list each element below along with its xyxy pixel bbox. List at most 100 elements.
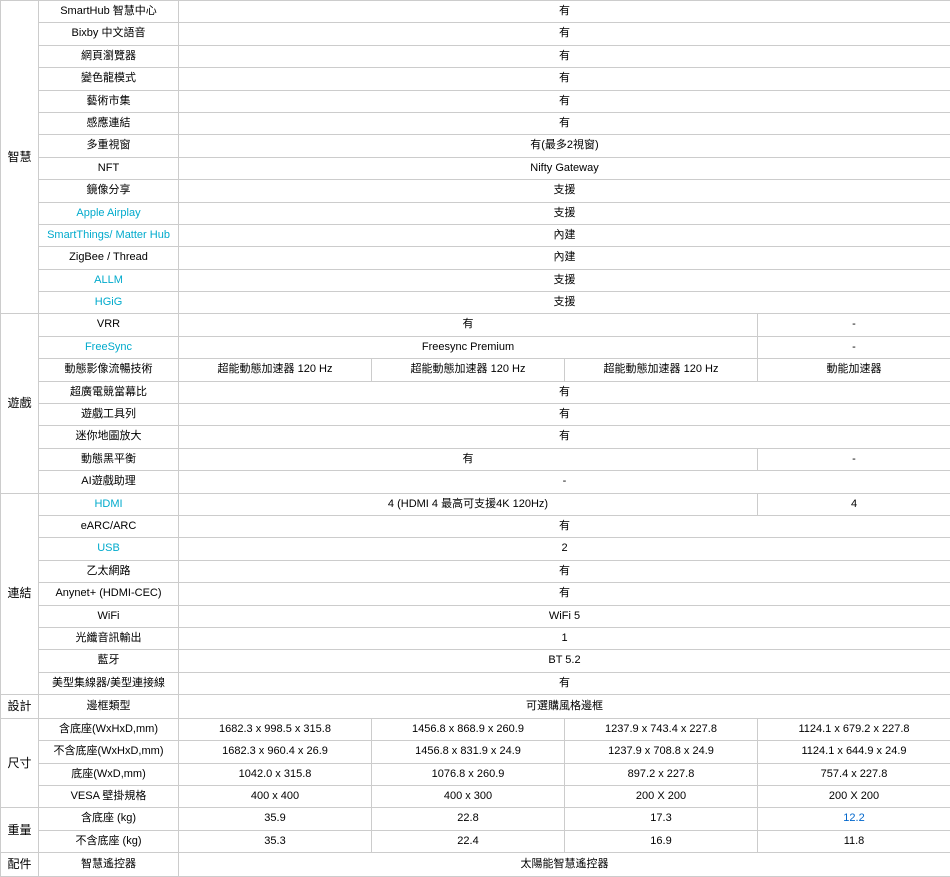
feature-cell: 網頁瀏覽器 <box>39 45 179 67</box>
value-cell: 1 <box>179 627 950 649</box>
value-cell: 1237.9 x 743.4 x 227.8 <box>565 718 758 740</box>
table-row: 連結HDMI4 (HDMI 4 最高可支援4K 120Hz)4 <box>1 493 950 515</box>
table-row: 鏡像分享支援 <box>1 180 950 202</box>
table-row: 尺寸含底座(WxHxD,mm)1682.3 x 998.5 x 315.8145… <box>1 718 950 740</box>
feature-cell: 變色龍模式 <box>39 68 179 90</box>
value-cell: 11.8 <box>758 830 950 852</box>
category-cell: 設計 <box>1 695 39 719</box>
table-row: FreeSyncFreesync Premium- <box>1 336 950 358</box>
value-cell: 有 <box>179 90 950 112</box>
feature-cell: 遊戲工具列 <box>39 404 179 426</box>
feature-cell: 光纖音訊輸出 <box>39 627 179 649</box>
table-row: VESA 壁掛規格400 x 400400 x 300200 X 200200 … <box>1 786 950 808</box>
value-cell: 可選購風格邊框 <box>179 695 950 719</box>
value-cell: 有 <box>179 426 950 448</box>
value-cell: 1237.9 x 708.8 x 24.9 <box>565 741 758 763</box>
feature-cell: 不含底座(WxHxD,mm) <box>39 741 179 763</box>
table-row: 設計邊框類型可選購風格邊框 <box>1 695 950 719</box>
category-cell: 連結 <box>1 493 39 695</box>
value-cell: 1042.0 x 315.8 <box>179 763 372 785</box>
value-cell: 超能動態加速器 120 Hz <box>372 359 565 381</box>
category-cell: 重量 <box>1 808 39 853</box>
table-row: 不含底座 (kg)35.322.416.911.8 <box>1 830 950 852</box>
value-cell: 1682.3 x 960.4 x 26.9 <box>179 741 372 763</box>
table-row: 多重視窗有(最多2視窗) <box>1 135 950 157</box>
table-row: 感應連結有 <box>1 112 950 134</box>
value-cell: 400 x 400 <box>179 786 372 808</box>
table-row: 迷你地圖放大有 <box>1 426 950 448</box>
table-row: 乙太網路有 <box>1 560 950 582</box>
spec-table-wrapper: 智慧SmartHub 智慧中心有Bixby 中文語音有網頁瀏覽器有變色龍模式有藝… <box>0 0 950 877</box>
feature-cell: 美型集線器/美型連接線 <box>39 672 179 694</box>
table-row: 動態黑平衡有- <box>1 448 950 470</box>
feature-cell: VRR <box>39 314 179 336</box>
feature-cell: SmartHub 智慧中心 <box>39 1 179 23</box>
value-cell: 1456.8 x 831.9 x 24.9 <box>372 741 565 763</box>
value-cell: 17.3 <box>565 808 758 830</box>
value-cell: 有 <box>179 68 950 90</box>
value-cell: 757.4 x 227.8 <box>758 763 950 785</box>
value-cell: WiFi 5 <box>179 605 950 627</box>
value-cell: 35.3 <box>179 830 372 852</box>
value-cell: 4 <box>758 493 950 515</box>
value-cell: 超能動態加速器 120 Hz <box>565 359 758 381</box>
value-cell: 支援 <box>179 202 950 224</box>
table-row: Apple Airplay支援 <box>1 202 950 224</box>
feature-cell: Bixby 中文語音 <box>39 23 179 45</box>
value-cell: 有(最多2視窗) <box>179 135 950 157</box>
feature-cell: Anynet+ (HDMI-CEC) <box>39 583 179 605</box>
table-row: 遊戲工具列有 <box>1 404 950 426</box>
feature-cell: 藝術市集 <box>39 90 179 112</box>
value-cell: 有 <box>179 583 950 605</box>
value-cell: Freesync Premium <box>179 336 758 358</box>
value-cell: 2 <box>179 538 950 560</box>
feature-cell: 感應連結 <box>39 112 179 134</box>
feature-cell: HDMI <box>39 493 179 515</box>
table-row: ZigBee / Thread內建 <box>1 247 950 269</box>
value-cell: 1124.1 x 679.2 x 227.8 <box>758 718 950 740</box>
feature-cell: 超廣電競當幕比 <box>39 381 179 403</box>
table-row: 美型集線器/美型連接線有 <box>1 672 950 694</box>
table-row: 動態影像流暢技術超能動態加速器 120 Hz超能動態加速器 120 Hz超能動態… <box>1 359 950 381</box>
feature-cell: 鏡像分享 <box>39 180 179 202</box>
value-cell: 1456.8 x 868.9 x 260.9 <box>372 718 565 740</box>
feature-cell: 含底座(WxHxD,mm) <box>39 718 179 740</box>
value-cell: 1682.3 x 998.5 x 315.8 <box>179 718 372 740</box>
feature-cell: VESA 壁掛規格 <box>39 786 179 808</box>
feature-cell: 智慧遙控器 <box>39 853 179 877</box>
feature-cell: 底座(WxD,mm) <box>39 763 179 785</box>
table-row: 藍牙BT 5.2 <box>1 650 950 672</box>
table-row: 光纖音訊輸出1 <box>1 627 950 649</box>
value-cell: 有 <box>179 45 950 67</box>
feature-cell: 邊框類型 <box>39 695 179 719</box>
value-cell: 動能加速器 <box>758 359 950 381</box>
feature-cell: 乙太網路 <box>39 560 179 582</box>
feature-cell: ALLM <box>39 269 179 291</box>
value-cell: 超能動態加速器 120 Hz <box>179 359 372 381</box>
value-cell: 有 <box>179 560 950 582</box>
table-row: 不含底座(WxHxD,mm)1682.3 x 960.4 x 26.91456.… <box>1 741 950 763</box>
table-row: Anynet+ (HDMI-CEC)有 <box>1 583 950 605</box>
table-row: 配件智慧遙控器太陽能智慧遙控器 <box>1 853 950 877</box>
value-cell: 支援 <box>179 180 950 202</box>
table-row: 變色龍模式有 <box>1 68 950 90</box>
feature-cell: 多重視窗 <box>39 135 179 157</box>
value-cell: 400 x 300 <box>372 786 565 808</box>
value-cell: 內建 <box>179 224 950 246</box>
value-cell: 35.9 <box>179 808 372 830</box>
feature-cell: 不含底座 (kg) <box>39 830 179 852</box>
table-row: Bixby 中文語音有 <box>1 23 950 45</box>
spec-table: 智慧SmartHub 智慧中心有Bixby 中文語音有網頁瀏覽器有變色龍模式有藝… <box>0 0 950 877</box>
feature-cell: 動態黑平衡 <box>39 448 179 470</box>
value-cell: 有 <box>179 23 950 45</box>
feature-cell: 迷你地圖放大 <box>39 426 179 448</box>
value-cell: - <box>179 471 950 493</box>
table-row: eARC/ARC有 <box>1 515 950 537</box>
table-row: USB2 <box>1 538 950 560</box>
value-cell: - <box>758 314 950 336</box>
value-cell: 有 <box>179 448 758 470</box>
table-row: WiFiWiFi 5 <box>1 605 950 627</box>
value-cell: Nifty Gateway <box>179 157 950 179</box>
category-cell: 智慧 <box>1 1 39 314</box>
table-row: AI遊戲助理- <box>1 471 950 493</box>
